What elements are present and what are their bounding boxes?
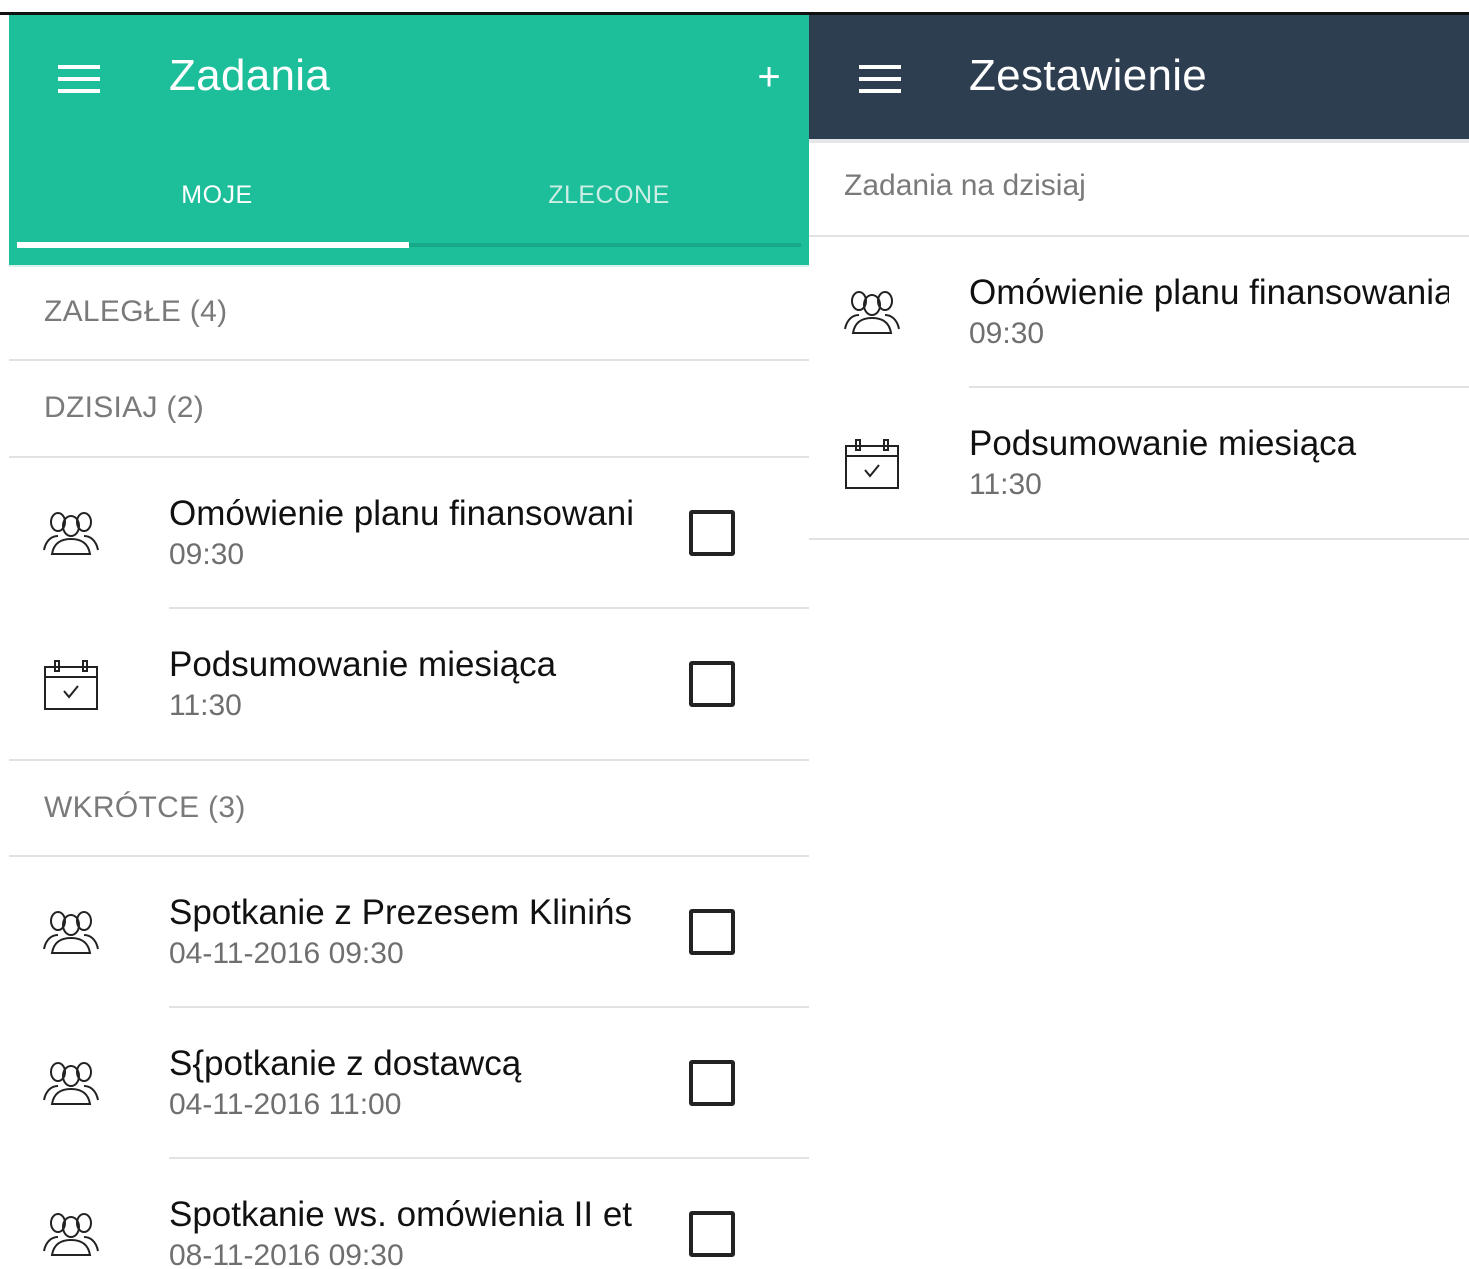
hamburger-menu-icon[interactable] (58, 65, 100, 93)
list-item[interactable]: Omówienie planu finansowania 09:30 (9, 458, 809, 608)
active-tab-indicator (17, 242, 409, 248)
task-time: 09:30 (969, 317, 1045, 350)
tasks-app-bar: Zadania + MOJE ZLECONE (9, 15, 809, 265)
section-label: Zadania na dzisiaj (844, 169, 1086, 202)
list-item[interactable]: Spotkanie ws. omówienia II etapu 08-11-2… (9, 1159, 809, 1269)
tab-moje[interactable]: MOJE (17, 181, 417, 221)
people-icon (43, 1062, 99, 1105)
page-title: Zestawienie (969, 51, 1208, 100)
task-checkbox[interactable] (689, 661, 735, 707)
task-checkbox[interactable] (689, 909, 735, 955)
list-item[interactable]: Spotkanie z Prezesem Klinińskim 04-11-20… (9, 857, 809, 1007)
page-title: Zadania (169, 51, 331, 100)
section-label: ZALEGŁE (4) (44, 295, 228, 328)
section-overdue[interactable]: ZALEGŁE (4) (9, 265, 809, 361)
list-item[interactable]: S{potkanie z dostawcą 04-11-2016 11:00 (9, 1008, 809, 1158)
people-icon (43, 512, 99, 555)
task-time: 11:30 (969, 468, 1042, 501)
calendar-check-icon (44, 660, 98, 710)
task-title: Spotkanie z Prezesem Klinińskim (169, 893, 633, 932)
task-checkbox[interactable] (689, 510, 735, 556)
list-item[interactable]: Podsumowanie miesiąca 11:30 (9, 609, 809, 759)
task-title: Podsumowanie miesiąca (169, 645, 557, 684)
section-label: DZISIAJ (2) (44, 391, 204, 424)
task-title: Omówienie planu finansowania (969, 273, 1449, 312)
hamburger-menu-icon[interactable] (859, 65, 901, 93)
divider (809, 538, 1469, 540)
task-time: 04-11-2016 09:30 (169, 937, 404, 970)
task-title: Omówienie planu finansowania (169, 494, 633, 533)
section-label: WKRÓTCE (3) (44, 791, 246, 824)
task-time: 04-11-2016 11:00 (169, 1088, 402, 1121)
people-icon (43, 911, 99, 954)
summary-screen: Zestawienie Zadania na dzisiaj Omówienie… (809, 15, 1469, 1269)
task-time: 09:30 (169, 538, 245, 571)
tab-zlecone[interactable]: ZLECONE (409, 181, 809, 221)
tasks-screen: Zadania + MOJE ZLECONE ZALEGŁE (4) DZISI… (9, 15, 809, 1269)
task-title: Podsumowanie miesiąca (969, 424, 1357, 463)
task-title: Spotkanie ws. omówienia II etapu (169, 1195, 633, 1234)
plus-icon[interactable]: + (752, 57, 786, 97)
section-upcoming[interactable]: WKRÓTCE (3) (9, 761, 809, 857)
list-item[interactable]: Podsumowanie miesiąca 11:30 (809, 388, 1469, 538)
calendar-check-icon (845, 439, 899, 489)
task-time: 08-11-2016 09:30 (169, 1239, 404, 1269)
people-icon (43, 1213, 99, 1256)
task-checkbox[interactable] (689, 1211, 735, 1257)
task-title: S{potkanie z dostawcą (169, 1044, 522, 1083)
section-today-tasks: Zadania na dzisiaj (809, 143, 1469, 235)
task-time: 11:30 (169, 689, 242, 722)
people-icon (844, 291, 900, 334)
list-item[interactable]: Omówienie planu finansowania 09:30 (809, 237, 1469, 387)
section-today[interactable]: DZISIAJ (2) (9, 361, 809, 457)
summary-app-bar: Zestawienie (809, 15, 1469, 139)
task-checkbox[interactable] (689, 1060, 735, 1106)
